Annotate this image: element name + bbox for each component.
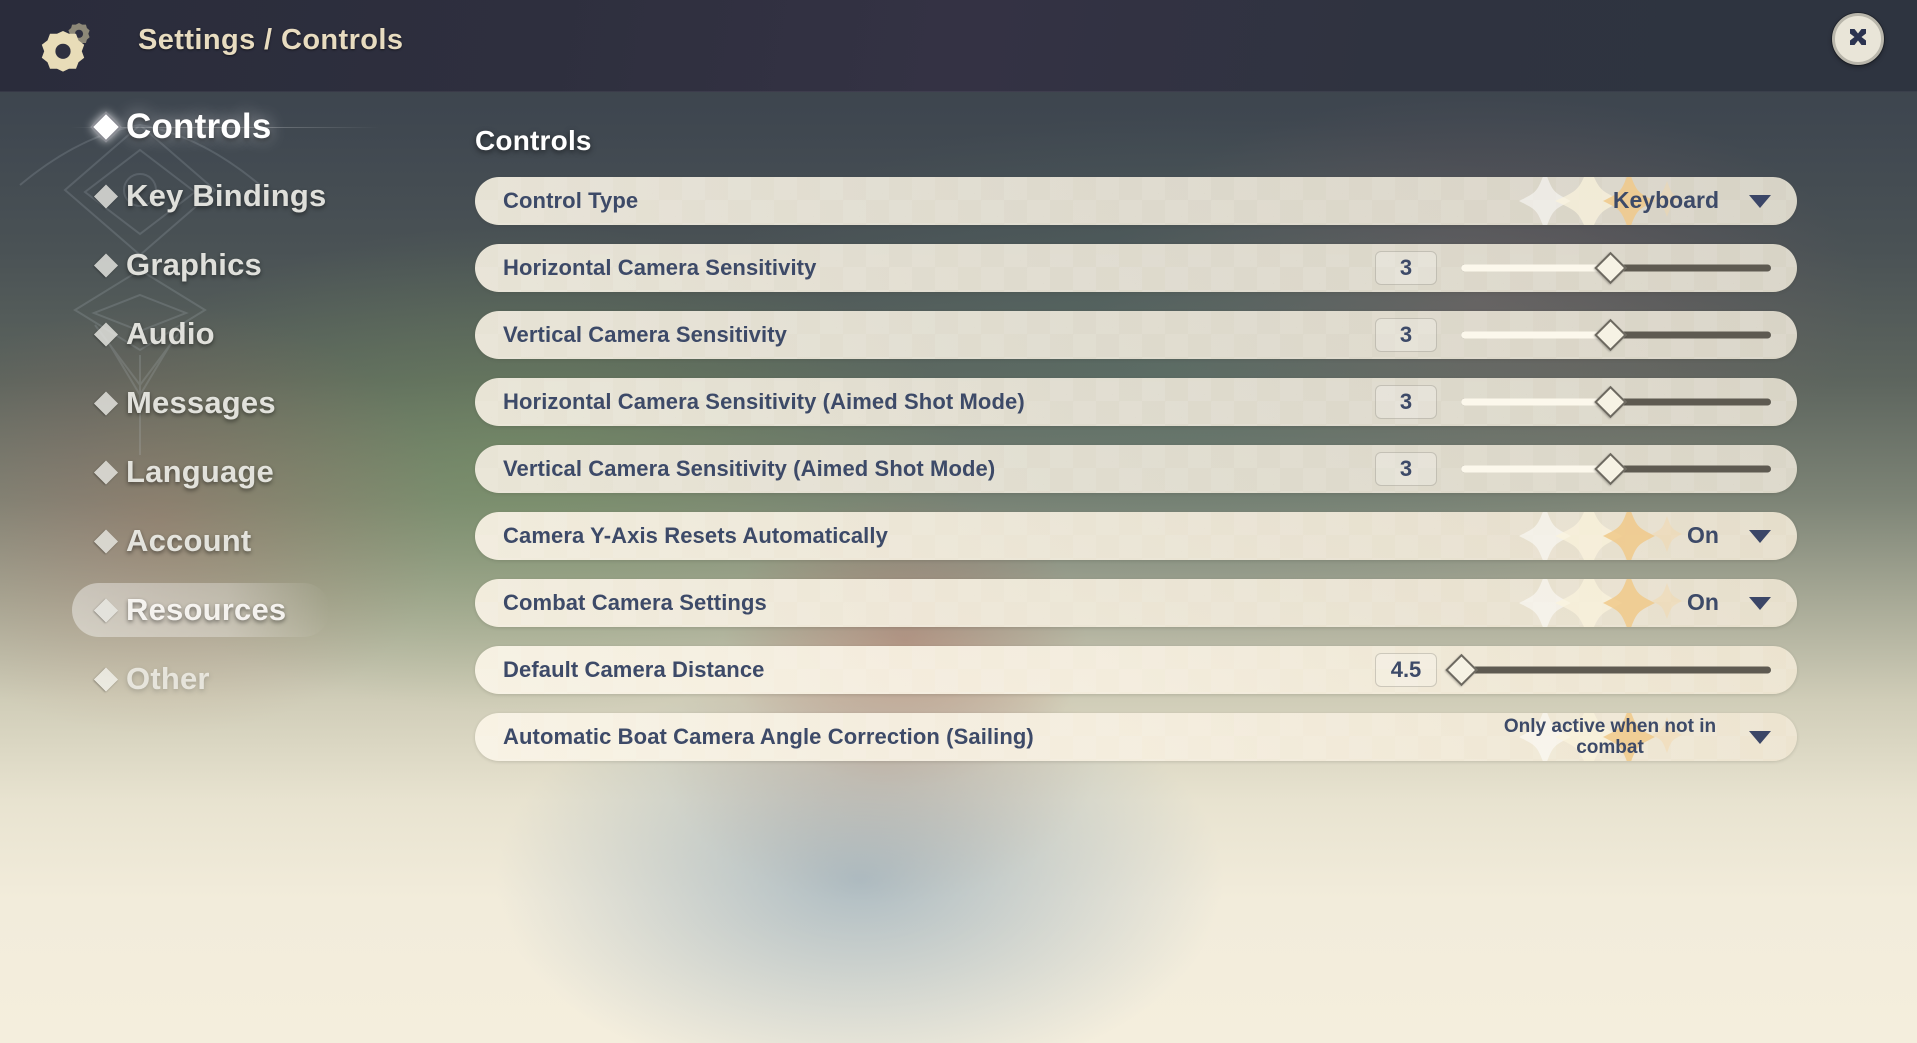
setting-label: Camera Y-Axis Resets Automatically	[503, 523, 888, 548]
slider-thumb[interactable]	[1445, 653, 1478, 687]
setting-row[interactable]: Camera Y-Axis Resets Automatically On	[475, 512, 1797, 560]
title-bar: Settings / Controls	[0, 0, 1917, 92]
setting-row[interactable]: Combat Camera Settings On	[475, 579, 1797, 627]
setting-row[interactable]: Default Camera Distance 4.5	[475, 646, 1797, 694]
sidebar-item-messages[interactable]: Messages	[0, 376, 420, 430]
slider-value: 3	[1375, 251, 1437, 285]
slider-value: 4.5	[1375, 653, 1437, 687]
setting-row[interactable]: Vertical Camera Sensitivity 3	[475, 311, 1797, 359]
dropdown-value[interactable]: On	[1687, 522, 1719, 549]
slider[interactable]	[1445, 653, 1771, 687]
sidebar-item-audio[interactable]: Audio	[0, 307, 420, 361]
slider-fill	[1461, 465, 1610, 473]
setting-control: 3	[1375, 318, 1797, 352]
slider-fill	[1461, 331, 1610, 339]
setting-row[interactable]: Vertical Camera Sensitivity (Aimed Shot …	[475, 445, 1797, 493]
breadcrumb: Settings / Controls	[138, 24, 404, 56]
sidebar-item-label: Graphics	[126, 247, 262, 282]
setting-label: Default Camera Distance	[503, 657, 765, 682]
slider[interactable]	[1461, 452, 1771, 486]
dropdown-value[interactable]: Keyboard	[1613, 187, 1719, 214]
slider-fill	[1461, 398, 1610, 406]
close-button[interactable]	[1832, 13, 1884, 65]
setting-label: Vertical Camera Sensitivity	[503, 322, 787, 347]
slider[interactable]	[1461, 251, 1771, 285]
slider-thumb[interactable]	[1594, 251, 1627, 285]
setting-control: On	[1687, 522, 1797, 549]
setting-control: On	[1687, 589, 1797, 616]
dropdown-value[interactable]: Only active when not in combat	[1501, 716, 1719, 759]
sidebar-item-label: Other	[126, 661, 210, 696]
slider[interactable]	[1461, 318, 1771, 352]
diamond-bullet-icon	[93, 390, 119, 416]
slider-fill	[1461, 264, 1610, 272]
chevron-down-icon[interactable]	[1749, 194, 1771, 208]
dropdown-value[interactable]: On	[1687, 589, 1719, 616]
sidebar-item-label: Audio	[126, 316, 215, 351]
sidebar-item-label: Account	[126, 523, 252, 558]
diamond-bullet-icon	[93, 252, 119, 278]
settings-main-panel: Controls Control Type Keyboard Horizontal …	[475, 125, 1797, 780]
diamond-bullet-icon	[90, 111, 122, 143]
sidebar-item-other[interactable]: Other	[0, 652, 420, 706]
sidebar-item-label: Resources	[126, 592, 287, 627]
setting-label: Control Type	[503, 188, 639, 213]
setting-control: 3	[1375, 251, 1797, 285]
setting-row[interactable]: Horizontal Camera Sensitivity (Aimed Sho…	[475, 378, 1797, 426]
page-title: Controls	[475, 125, 592, 156]
slider[interactable]	[1461, 385, 1771, 419]
setting-label: Combat Camera Settings	[503, 590, 767, 615]
diamond-bullet-icon	[93, 597, 119, 623]
close-icon	[1850, 29, 1866, 45]
diamond-bullet-icon	[93, 321, 119, 347]
slider-value: 3	[1375, 318, 1437, 352]
sidebar-item-label: Language	[126, 454, 275, 489]
setting-row[interactable]: Horizontal Camera Sensitivity 3	[475, 244, 1797, 292]
setting-control: 3	[1375, 385, 1797, 419]
settings-row-list: Control Type Keyboard Horizontal Camera Se…	[475, 177, 1797, 761]
sidebar-item-label: Key Bindings	[126, 178, 327, 213]
diamond-bullet-icon	[93, 528, 119, 554]
row-diamond-texture	[475, 177, 1797, 225]
slider-thumb[interactable]	[1594, 318, 1627, 352]
sidebar-item-label: Controls	[126, 107, 272, 146]
setting-label: Vertical Camera Sensitivity (Aimed Shot …	[503, 456, 996, 481]
chevron-down-icon[interactable]	[1749, 596, 1771, 610]
chevron-down-icon[interactable]	[1749, 730, 1771, 744]
setting-label: Automatic Boat Camera Angle Correction (…	[503, 724, 1034, 749]
sidebar-item-resources[interactable]: Resources	[72, 583, 330, 637]
setting-control: 4.5	[1375, 653, 1797, 687]
setting-control: Keyboard	[1613, 187, 1797, 214]
slider-thumb[interactable]	[1594, 385, 1627, 419]
setting-row[interactable]: Control Type Keyboard	[475, 177, 1797, 225]
sidebar-item-controls[interactable]: Controls	[0, 100, 420, 154]
slider-thumb[interactable]	[1594, 452, 1627, 486]
slider-value: 3	[1375, 385, 1437, 419]
sidebar-item-graphics[interactable]: Graphics	[0, 238, 420, 292]
diamond-bullet-icon	[93, 183, 119, 209]
sidebar-item-key-bindings[interactable]: Key Bindings	[0, 169, 420, 223]
slider-value: 3	[1375, 452, 1437, 486]
sidebar-item-account[interactable]: Account	[0, 514, 420, 568]
slider-track[interactable]	[1461, 666, 1771, 674]
chevron-down-icon[interactable]	[1749, 529, 1771, 543]
setting-label: Horizontal Camera Sensitivity (Aimed Sho…	[503, 389, 1025, 414]
sidebar-item-language[interactable]: Language	[0, 445, 420, 499]
settings-sidebar: Controls Key Bindings Graphics Audio Message…	[0, 100, 420, 750]
sidebar-item-label: Messages	[126, 385, 276, 420]
diamond-bullet-icon	[93, 666, 119, 692]
setting-label: Horizontal Camera Sensitivity	[503, 255, 817, 280]
setting-control: 3	[1375, 452, 1797, 486]
setting-row[interactable]: Automatic Boat Camera Angle Correction (…	[475, 713, 1797, 761]
diamond-bullet-icon	[93, 459, 119, 485]
setting-control: Only active when not in combat	[1501, 716, 1797, 759]
gear-icon	[38, 15, 100, 77]
